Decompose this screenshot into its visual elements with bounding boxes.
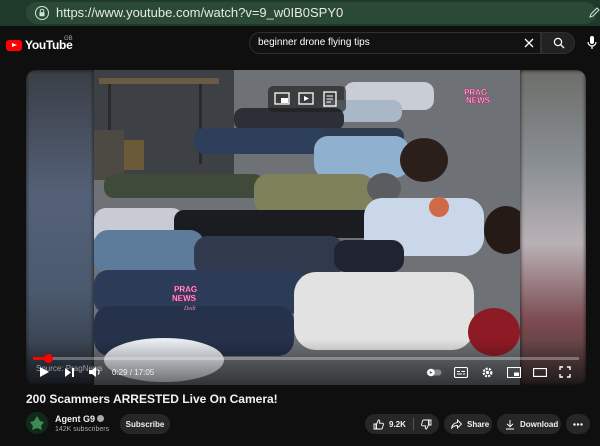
watermark-center-prag: PRAG: [174, 285, 197, 294]
ambient-glow-left: [26, 70, 94, 385]
browser-address-bar: https://www.youtube.com/watch?v=9_w0IB0S…: [0, 0, 600, 26]
share-icon: [451, 419, 462, 429]
channel-name[interactable]: Agent G9: [55, 414, 105, 424]
region-code: GB: [64, 36, 73, 42]
play-icon[interactable]: [38, 366, 50, 378]
ambient-glow-right: [520, 70, 586, 385]
thumbs-down-icon: [421, 419, 432, 430]
edit-icon[interactable]: [588, 6, 600, 20]
clear-search-icon[interactable]: [522, 36, 536, 50]
youtube-logo[interactable]: YouTube GB: [6, 36, 73, 52]
thumbs-up-icon: [373, 419, 384, 429]
search-icon: [553, 37, 565, 49]
miniplayer-icon[interactable]: [507, 367, 521, 378]
like-count: 9.2K: [389, 419, 406, 429]
url-field[interactable]: https://www.youtube.com/watch?v=9_w0IB0S…: [26, 2, 596, 24]
youtube-play-icon: [6, 39, 22, 51]
picture-in-picture-icon[interactable]: [274, 92, 290, 105]
more-actions-button[interactable]: [566, 414, 590, 434]
verified-badge-icon: [97, 415, 105, 422]
microphone-icon[interactable]: [585, 35, 599, 51]
watermark-center-news: NEWS: [172, 294, 197, 303]
subtitles-icon[interactable]: [454, 367, 468, 378]
next-icon[interactable]: [64, 367, 75, 378]
watermark-news: NEWS: [466, 96, 491, 105]
subscriber-count: 142K subscribers: [55, 426, 110, 433]
time-display: 0:29 / 17:05: [112, 368, 155, 377]
share-button[interactable]: Share: [444, 414, 492, 434]
lock-icon[interactable]: [35, 6, 49, 20]
video-overlay-toolbar: [268, 86, 346, 112]
more-horizontal-icon: [573, 422, 583, 426]
channel-name-text: Agent G9: [55, 414, 96, 424]
dislike-button[interactable]: [414, 414, 439, 434]
search-input[interactable]: beginner drone flying tips: [249, 32, 541, 54]
autoplay-toggle-icon[interactable]: [426, 368, 442, 377]
notes-icon[interactable]: [323, 91, 337, 107]
progress-bar[interactable]: [33, 354, 579, 363]
search-query-text: beginner drone flying tips: [258, 37, 370, 48]
player-controls-gradient: [26, 340, 586, 385]
download-label: Download: [520, 419, 559, 429]
youtube-header: YouTube GB beginner drone flying tips: [0, 26, 600, 62]
volume-icon[interactable]: [88, 366, 102, 378]
channel-avatar[interactable]: [26, 412, 48, 434]
share-label: Share: [467, 419, 490, 429]
video-frame[interactable]: PRAG NEWS PRAG NEWS Dedi: [94, 70, 520, 385]
subscribe-button[interactable]: Subscribe: [120, 414, 170, 434]
like-dislike-group: 9.2K: [365, 414, 439, 434]
settings-gear-icon[interactable]: [481, 366, 494, 379]
video-frame-icon[interactable]: [298, 92, 314, 105]
video-player[interactable]: PRAG NEWS PRAG NEWS Dedi Source: PragNew…: [26, 70, 586, 385]
theater-mode-icon[interactable]: [533, 368, 547, 377]
watermark-center-sub: Dedi: [183, 306, 196, 312]
video-scene: PRAG NEWS PRAG NEWS Dedi: [94, 70, 520, 385]
url-text: https://www.youtube.com/watch?v=9_w0IB0S…: [56, 5, 344, 20]
download-icon: [506, 419, 514, 429]
download-button[interactable]: Download: [497, 414, 561, 434]
fullscreen-icon[interactable]: [559, 366, 571, 378]
search-button[interactable]: [541, 32, 575, 54]
video-title: 200 Scammers ARRESTED Live On Camera!: [26, 392, 278, 406]
like-button[interactable]: 9.2K: [365, 414, 413, 434]
